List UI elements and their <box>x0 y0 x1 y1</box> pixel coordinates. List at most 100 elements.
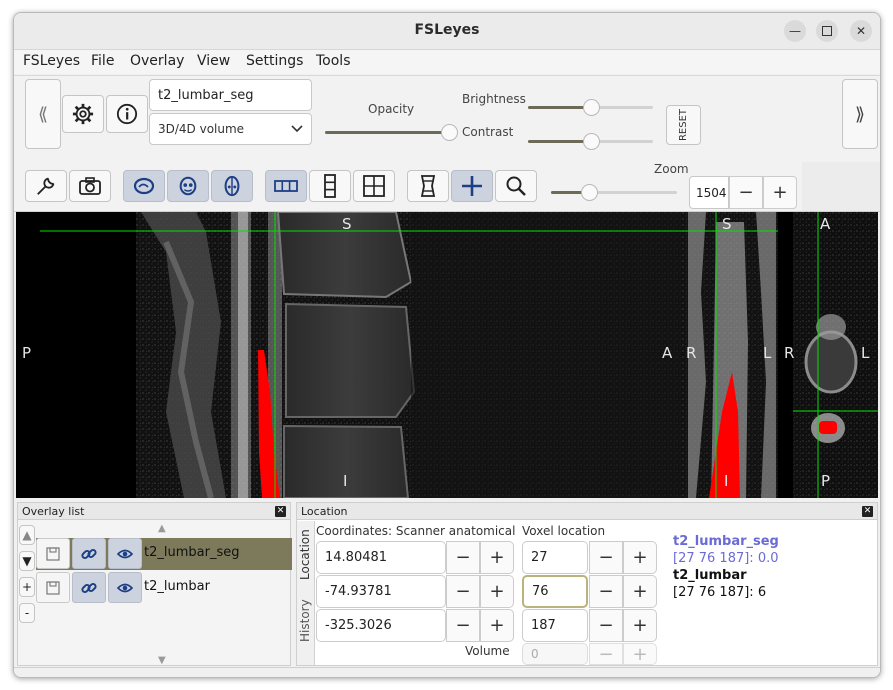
move-overlay-up-button[interactable]: ▲ <box>19 525 35 545</box>
toggle-visibility-button[interactable] <box>108 572 142 603</box>
voxel-z-input[interactable]: 187 <box>522 609 588 642</box>
minimize-button[interactable]: — <box>784 20 806 42</box>
menu-settings[interactable]: Settings <box>246 53 303 69</box>
maximize-button[interactable] <box>816 20 838 42</box>
voxel-x-decrease-button[interactable]: − <box>589 541 623 574</box>
zoom-increase-button[interactable]: + <box>763 176 797 209</box>
voxel-y-increase-button[interactable]: + <box>623 575 657 608</box>
title-bar: FSLeyes — ✕ <box>14 13 880 50</box>
close-button[interactable]: ✕ <box>850 20 872 42</box>
minus-icon: − <box>738 182 754 203</box>
toolbar-empty-area <box>802 162 880 212</box>
voxel-x-input[interactable]: 27 <box>522 541 588 574</box>
remove-overlay-button[interactable]: - <box>19 603 35 623</box>
layout-vertical-button[interactable] <box>309 170 351 202</box>
overlay-list-close-button[interactable]: ✕ <box>275 506 286 517</box>
layout-horizontal-button[interactable] <box>265 170 307 202</box>
coronal-label-right: L <box>763 344 772 362</box>
volume-decrease-button[interactable]: − <box>589 643 623 665</box>
toolbar-scroll-left-button[interactable]: ⟪ <box>25 79 61 149</box>
world-x-increase-button[interactable]: + <box>480 541 514 574</box>
menu-overlay[interactable]: Overlay <box>130 53 184 69</box>
axial-label-bottom: P <box>821 472 831 490</box>
view-settings-button[interactable] <box>25 170 67 202</box>
overlay-name-input[interactable]: t2_lumbar_seg <box>149 79 312 111</box>
zoom-decrease-button[interactable]: − <box>729 176 763 209</box>
world-x-decrease-button[interactable]: − <box>446 541 480 574</box>
brightness-slider-fill <box>528 106 591 109</box>
overlay-list-item-t2[interactable]: t2_lumbar <box>36 572 292 604</box>
brightness-slider[interactable] <box>528 99 653 116</box>
opacity-slider[interactable] <box>325 124 458 141</box>
scroll-up-icon[interactable]: ▲ <box>158 523 166 534</box>
minimize-icon: — <box>789 24 801 38</box>
voxel-y-input[interactable]: 76 <box>522 575 588 608</box>
zoom-value-input[interactable]: 1504 <box>689 176 729 209</box>
toggle-axial-button[interactable] <box>211 170 253 202</box>
menu-fsleyes[interactable]: FSLeyes <box>23 53 80 69</box>
zoom-slider[interactable] <box>551 184 677 201</box>
brightness-slider-handle[interactable] <box>582 99 600 116</box>
toggle-coronal-button[interactable] <box>167 170 209 202</box>
menu-file[interactable]: File <box>91 53 114 69</box>
double-chevron-left-icon: ⟪ <box>37 103 48 125</box>
overlay-type-select[interactable]: 3D/4D volume <box>149 113 312 145</box>
overlay-list-item-seg[interactable]: t2_lumbar_seg <box>36 538 292 570</box>
tab-history[interactable]: History <box>298 591 312 651</box>
volume-increase-button[interactable]: + <box>623 643 657 665</box>
voxel-z-decrease-button[interactable]: − <box>589 609 623 642</box>
tab-location[interactable]: Location <box>298 523 312 587</box>
layout-grid-button[interactable] <box>353 170 395 202</box>
world-x-input[interactable]: 14.80481 <box>316 541 446 574</box>
world-y-input[interactable]: -74.93781 <box>316 575 446 608</box>
info-icon <box>116 103 138 125</box>
coronal-view[interactable] <box>685 212 793 498</box>
toggle-cursor-button[interactable] <box>451 170 493 202</box>
save-overlay-button[interactable] <box>36 538 70 569</box>
reset-button[interactable]: RESET <box>666 105 701 145</box>
ortho-canvas[interactable] <box>16 212 878 498</box>
opacity-slider-handle[interactable] <box>440 124 458 141</box>
voxel-z-increase-button[interactable]: + <box>623 609 657 642</box>
move-overlay-down-button[interactable]: ▼ <box>19 551 35 571</box>
voxel-x-increase-button[interactable]: + <box>623 541 657 574</box>
toggle-sagittal-button[interactable] <box>123 170 165 202</box>
overlay-name-label: t2_lumbar <box>144 579 210 594</box>
menu-tools[interactable]: Tools <box>316 53 351 69</box>
maximize-icon <box>822 26 832 36</box>
contrast-slider-handle[interactable] <box>582 133 600 150</box>
menu-view[interactable]: View <box>197 53 230 69</box>
world-y-increase-button[interactable]: + <box>480 575 514 608</box>
contrast-slider[interactable] <box>528 133 653 150</box>
world-z-decrease-button[interactable]: − <box>446 609 480 642</box>
overlay-list-title: Overlay list <box>22 505 85 518</box>
save-overlay-button[interactable] <box>36 572 70 603</box>
add-overlay-button[interactable]: + <box>19 577 35 597</box>
world-z-input[interactable]: -325.3026 <box>316 609 446 642</box>
camera-icon <box>79 177 101 195</box>
link-overlay-button[interactable] <box>72 572 106 603</box>
contrast-slider-fill <box>528 140 591 143</box>
minus-icon: − <box>598 643 614 665</box>
location-info: t2_lumbar_seg [27 76 187]: 0.0 t2_lumbar… <box>673 533 779 601</box>
sagittal-view[interactable] <box>16 212 685 498</box>
world-y-decrease-button[interactable]: − <box>446 575 480 608</box>
overlay-info-button[interactable] <box>106 95 148 133</box>
location-close-button[interactable]: ✕ <box>862 506 873 517</box>
plus-icon: + <box>632 643 648 665</box>
display-settings-button[interactable] <box>62 95 104 133</box>
scroll-down-icon[interactable]: ▼ <box>158 655 166 666</box>
movie-mode-button[interactable] <box>407 170 449 202</box>
screenshot-button[interactable] <box>69 170 111 202</box>
voxel-y-decrease-button[interactable]: − <box>589 575 623 608</box>
volume-input[interactable]: 0 <box>522 643 588 665</box>
toggle-visibility-button[interactable] <box>108 538 142 569</box>
zoom-slider-handle[interactable] <box>580 184 598 201</box>
sagittal-label-bottom: I <box>343 472 348 490</box>
zoom-pan-button[interactable] <box>495 170 537 202</box>
world-z-increase-button[interactable]: + <box>480 609 514 642</box>
link-overlay-button[interactable] <box>72 538 106 569</box>
location-tab-strip: Location History <box>297 521 315 665</box>
plus-icon: + <box>632 615 648 636</box>
toolbar-scroll-right-button[interactable]: ⟫ <box>842 79 878 149</box>
